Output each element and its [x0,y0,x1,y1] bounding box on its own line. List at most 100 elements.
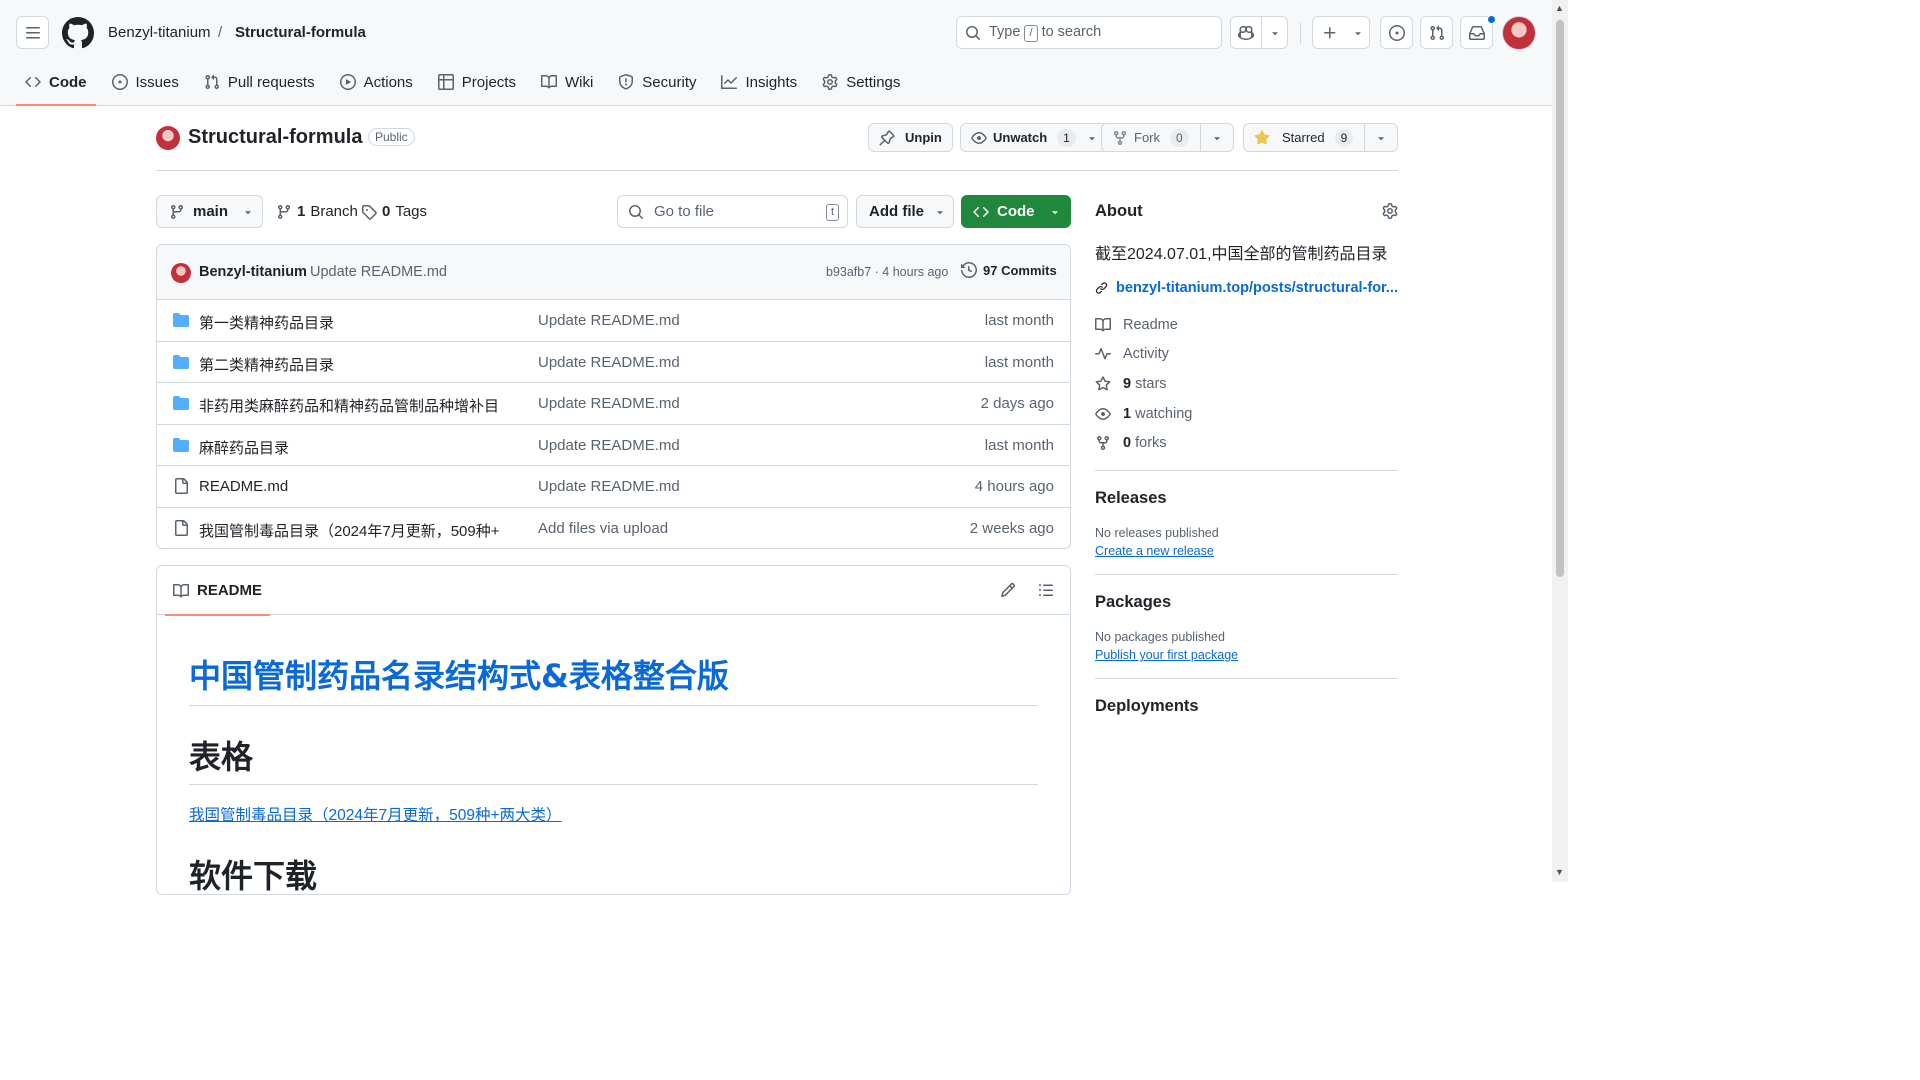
create-dropdown-icon[interactable] [1347,17,1369,48]
about-item-readme[interactable]: Readme [1095,310,1398,340]
breadcrumb-repo[interactable]: Structural-formula [235,24,366,41]
commit-author-avatar[interactable] [171,263,191,283]
shield-icon [619,74,634,90]
tab-security[interactable]: Security [609,62,705,102]
play-icon [339,74,356,90]
create-new-button[interactable] [1312,16,1370,49]
issue-icon [111,74,128,90]
deployments-title[interactable]: Deployments [1095,697,1398,716]
scroll-down-arrow-icon[interactable]: ▼ [1555,867,1564,877]
commit-hash-time[interactable]: b93afb7 · 4 hours ago [826,265,948,279]
fork-button[interactable]: Fork 0 [1101,123,1234,152]
star-dropdown[interactable] [1364,124,1397,151]
tab-projects[interactable]: Projects [429,62,525,102]
tags-link[interactable]: 0 Tags [361,203,427,220]
file-commit-message[interactable]: Update README.md [538,312,680,329]
pull-request-icon [1429,25,1444,40]
fork-icon [1114,130,1126,145]
header-divider [1300,22,1301,44]
about-item-activity[interactable]: Activity [1095,340,1398,370]
plus-icon[interactable] [1313,17,1347,48]
file-row[interactable]: 第一类精神药品目录 Update README.md last month [157,300,1070,342]
file-commit-message[interactable]: Update README.md [538,354,680,371]
create-release-link[interactable]: Create a new release [1095,544,1214,558]
add-file-button[interactable]: Add file [856,195,954,228]
branch-selector[interactable]: main [156,195,263,228]
file-commit-message[interactable]: Update README.md [538,437,680,454]
file-name[interactable]: 麻醉药品目录 [199,437,289,458]
scrollbar-thumb[interactable] [1556,20,1564,577]
about-item-stars[interactable]: 9 stars [1095,369,1398,399]
fork-icon [1097,436,1109,451]
tab-settings[interactable]: Settings [813,62,909,102]
tab-label: Insights [745,73,798,91]
file-browser: Benzyl-titanium Update README.md b93afb7… [156,244,1071,549]
about-website-link[interactable]: benzyl-titanium.top/posts/structural-for… [1095,280,1398,296]
file-row[interactable]: 第二类精神药品目录 Update README.md last month [157,342,1070,384]
scroll-up-arrow-icon[interactable]: ▲ [1555,3,1564,13]
pencil-icon[interactable] [1000,582,1016,598]
publish-package-link[interactable]: Publish your first package [1095,648,1238,662]
file-row[interactable]: 麻醉药品目录 Update README.md last month [157,425,1070,467]
readme-table-link[interactable]: 我国管制毒品目录（2024年7月更新，509种+两大类） [189,803,562,825]
pull-requests-button[interactable] [1420,16,1453,49]
branches-link[interactable]: 1 Branch [276,203,358,220]
book-icon [173,583,189,597]
tab-pull-requests[interactable]: Pull requests [195,62,324,102]
about-item-forks[interactable]: 0 forks [1095,428,1398,458]
file-name[interactable]: 第一类精神药品目录 [199,312,334,333]
fork-dropdown[interactable] [1200,124,1233,151]
fork-label: Fork [1134,130,1160,145]
releases-title[interactable]: Releases [1095,489,1398,508]
repo-owner-avatar[interactable] [156,126,180,150]
code-button[interactable]: Code [961,195,1071,228]
about-item-watching[interactable]: 1 watching [1095,399,1398,429]
tab-issues[interactable]: Issues [103,62,188,102]
github-logo-icon[interactable] [62,17,94,49]
file-commit-message[interactable]: Add files via upload [538,520,668,537]
tab-actions[interactable]: Actions [331,62,422,102]
readme-title[interactable]: 中国管制药品名录结构式&表格整合版 [189,651,1038,706]
file-row[interactable]: 我国管制毒品目录（2024年7月更新，509种+... Add files via… [157,508,1070,548]
tab-wiki[interactable]: Wiki [532,62,602,102]
file-name[interactable]: 第二类精神药品目录 [199,354,334,375]
book-icon [1095,317,1111,332]
file-row[interactable]: README.md Update README.md 4 hours ago [157,466,1070,508]
file-name[interactable]: 我国管制毒品目录（2024年7月更新，509种+... [199,520,499,541]
file-row[interactable]: 非药用类麻醉药品和精神药品管制品种增补目录 Update README.md 2 d… [157,383,1070,425]
unwatch-button[interactable]: Unwatch 1 [960,123,1109,152]
fork-count: 0 [1170,128,1189,147]
file-age: last month [984,312,1054,329]
about-item-label: stars [1131,375,1167,392]
readme-tab-label: README [197,582,263,599]
star-fill-icon [1254,129,1270,144]
file-name[interactable]: 非药用类麻醉药品和精神药品管制品种增补目录 [199,395,499,416]
starred-button[interactable]: Starred 9 [1243,123,1398,152]
gear-icon[interactable] [1382,203,1398,219]
go-to-file-input[interactable]: Go to file t [617,195,848,228]
menu-button[interactable] [16,16,49,49]
book-icon [540,74,557,89]
commits-link[interactable]: 97 Commits [961,262,1057,278]
tab-insights[interactable]: Insights [712,62,806,102]
repo-name[interactable]: Structural-formula [188,126,362,149]
readme-tab[interactable]: README [165,566,271,616]
unpin-button[interactable]: Unpin [868,123,953,152]
copilot-icon[interactable] [1231,17,1263,48]
issues-button[interactable] [1380,16,1413,49]
packages-title[interactable]: Packages [1095,593,1398,612]
commit-message[interactable]: Update README.md [310,264,447,280]
list-unordered-icon[interactable] [1038,582,1054,598]
chevron-down-icon [937,210,943,214]
user-avatar[interactable] [1502,16,1536,50]
copilot-button[interactable] [1230,16,1288,49]
copilot-dropdown-icon[interactable] [1262,17,1287,48]
file-commit-message[interactable]: Update README.md [538,478,680,495]
search-input[interactable]: Type / to search [956,16,1222,49]
commit-author[interactable]: Benzyl-titanium [199,264,307,280]
file-commit-message[interactable]: Update README.md [538,395,680,412]
tab-code[interactable]: Code [16,62,96,106]
file-name[interactable]: README.md [199,478,288,495]
repo-title-row: Structural-formula Public Unpin Unwatch … [156,120,1398,171]
breadcrumb-owner[interactable]: Benzyl-titanium [108,24,211,41]
